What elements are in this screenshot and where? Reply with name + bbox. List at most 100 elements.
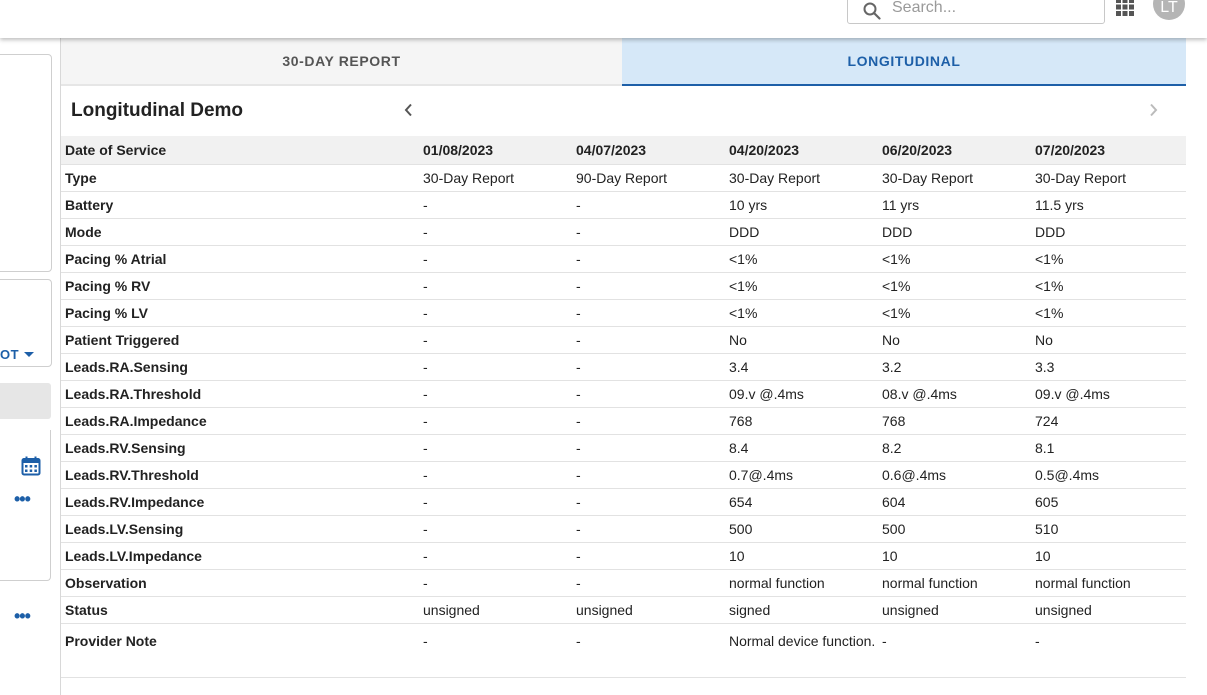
table-cell: 30-Day Report [1031, 164, 1186, 192]
table-cell: - [419, 488, 572, 516]
table-body: Type 30-Day Report 90-Day Report 30-Day Rep… [61, 164, 1186, 678]
table-row: Battery - -10 yrs 11 yrs 11.5 yrs [61, 191, 1186, 219]
table-cell: - [419, 380, 572, 408]
table-cell: 0.5@.4ms [1031, 461, 1186, 489]
table-row: Mode - - DDD DDD DDD [61, 218, 1186, 246]
table-cell: - [572, 542, 725, 570]
apps-grid-icon[interactable] [1116, 0, 1134, 16]
table-cell: No [878, 326, 1031, 354]
table-cell: 8.4 [725, 434, 878, 462]
table-cell: 09.v @.4ms [1031, 380, 1186, 408]
table-cell: <1% [1031, 272, 1186, 300]
table-cell: 605 [1031, 488, 1186, 516]
table-cell: <1% [725, 245, 878, 273]
row-label: Leads.RV.Impedance [61, 488, 419, 516]
table-row: Leads.RA.Sensing - -3.4 3.2 3.3 [61, 353, 1186, 381]
more-dots-icon[interactable]: ••• [14, 607, 31, 625]
table-cell: 500 [725, 515, 878, 543]
table-cell: 09.v @.4ms [725, 380, 878, 408]
table-cell: No [1031, 326, 1186, 354]
table-cell: - [572, 380, 725, 408]
search-box[interactable] [847, 0, 1105, 24]
table-row: Leads.RA.Threshold - -09.v @.4ms 08.v @.4ms… [61, 380, 1186, 408]
avatar[interactable]: LT [1153, 0, 1185, 20]
row-label: Status [61, 596, 419, 624]
table-cell: No [725, 326, 878, 354]
row-label: Type [61, 164, 419, 192]
table-cell: 10 yrs [725, 191, 878, 219]
table-cell: <1% [878, 272, 1031, 300]
table-cell: - [572, 272, 725, 300]
row-label: Pacing % Atrial [61, 245, 419, 273]
table-cell: - [419, 272, 572, 300]
date-column-header: 04/20/2023 [725, 136, 878, 165]
chevron-left-icon[interactable] [403, 103, 415, 117]
table-cell: - [419, 623, 572, 678]
table-cell: - [878, 623, 1031, 678]
sidebar-dropdown-label: OT [0, 347, 20, 362]
row-label: Leads.RA.Impedance [61, 407, 419, 435]
row-label: Pacing % LV [61, 299, 419, 327]
table-cell: - [572, 407, 725, 435]
table-row: Leads.RV.Impedance - -654 604 605 [61, 488, 1186, 516]
calendar-icon[interactable] [21, 456, 41, 476]
caret-down-icon [24, 352, 35, 357]
sidebar-dropdown[interactable]: OT [0, 347, 35, 362]
tab-longitudinal[interactable]: LONGITUDINAL [622, 38, 1186, 86]
table-cell: 3.2 [878, 353, 1031, 381]
table-cell: - [419, 353, 572, 381]
table-cell: <1% [725, 272, 878, 300]
table-cell: signed [725, 596, 878, 624]
table-cell: - [572, 461, 725, 489]
table-cell: - [419, 434, 572, 462]
table-cell: 500 [878, 515, 1031, 543]
table-cell: <1% [878, 299, 1031, 327]
row-label: Leads.RV.Threshold [61, 461, 419, 489]
top-bar: LT [0, 0, 1207, 38]
table-cell: - [419, 191, 572, 219]
search-input[interactable] [892, 0, 1092, 17]
table-cell: 654 [725, 488, 878, 516]
row-label: Pacing % RV [61, 272, 419, 300]
table-cell: - [572, 245, 725, 273]
table-cell: - [419, 218, 572, 246]
date-column-header: 01/08/2023 [419, 136, 572, 165]
row-label: Provider Note [61, 623, 419, 678]
table-cell: DDD [878, 218, 1031, 246]
table-cell: - [572, 488, 725, 516]
table-cell: 10 [1031, 542, 1186, 570]
table-cell: unsigned [878, 596, 1031, 624]
table-cell: <1% [878, 245, 1031, 273]
tab-30-day-report[interactable]: 30-DAY REPORT [61, 38, 622, 86]
table-cell: - [572, 515, 725, 543]
table-cell: 10 [725, 542, 878, 570]
row-label: Battery [61, 191, 419, 219]
sidebar-card [0, 54, 52, 272]
table-cell: normal function [725, 569, 878, 597]
table-cell: <1% [1031, 245, 1186, 273]
chevron-right-icon[interactable] [1147, 103, 1159, 117]
table-cell: 3.3 [1031, 353, 1186, 381]
table-cell: - [419, 569, 572, 597]
search-icon [863, 2, 881, 20]
table-cell: 768 [725, 407, 878, 435]
table-cell: 768 [878, 407, 1031, 435]
table-cell: 724 [1031, 407, 1186, 435]
table-cell: - [572, 569, 725, 597]
table-cell: 30-Day Report [419, 164, 572, 192]
table-cell: 11 yrs [878, 191, 1031, 219]
row-label: Leads.LV.Impedance [61, 542, 419, 570]
table-cell: - [419, 245, 572, 273]
table-cell: 8.2 [878, 434, 1031, 462]
table-cell: 0.6@.4ms [878, 461, 1031, 489]
table-row: Pacing % RV - - <1% <1% <1% [61, 272, 1186, 300]
more-dots-icon[interactable]: ••• [14, 490, 31, 508]
header-label: Date of Service [61, 136, 419, 165]
table-cell: - [572, 326, 725, 354]
table-cell: - [419, 407, 572, 435]
table-cell: normal function [1031, 569, 1186, 597]
table-cell: - [419, 326, 572, 354]
sidebar-selected-item[interactable] [0, 383, 51, 419]
table-cell: 10 [878, 542, 1031, 570]
table-cell: 8.1 [1031, 434, 1186, 462]
